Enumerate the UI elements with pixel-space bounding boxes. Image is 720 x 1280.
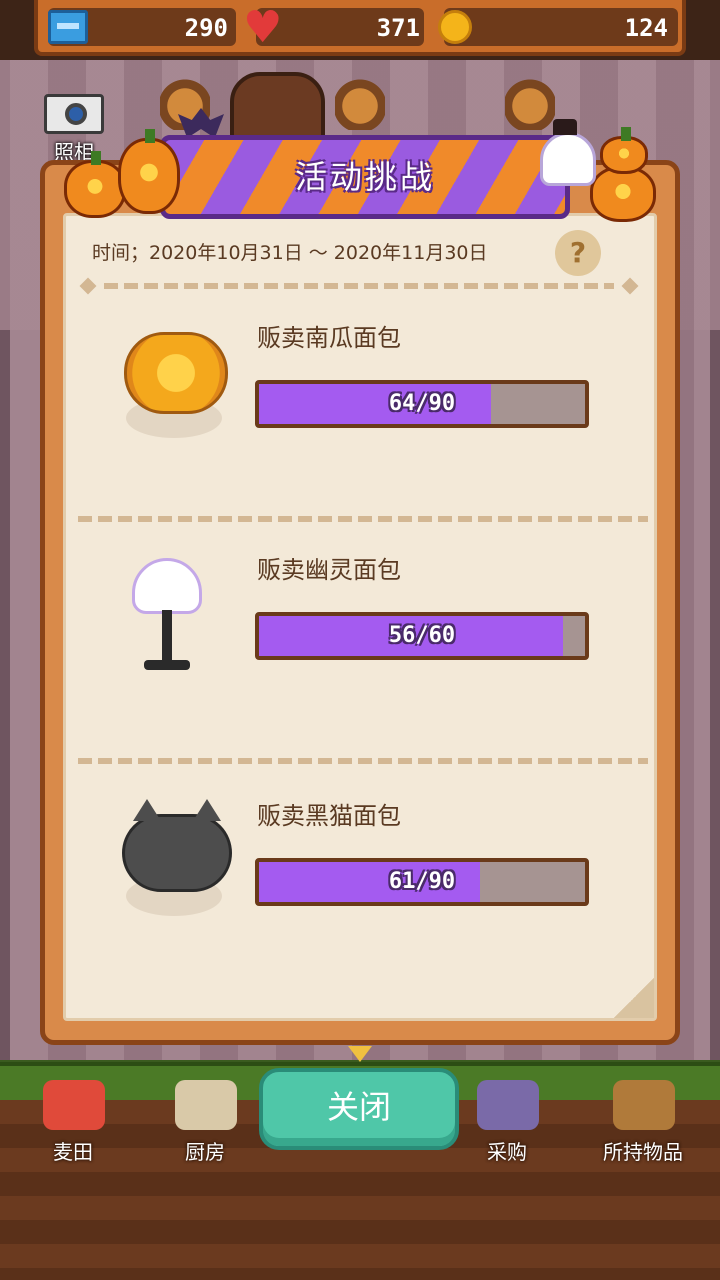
help-icon[interactable]: ? — [555, 230, 601, 276]
challenge-progress-bar: 56/60 — [255, 612, 589, 660]
nav-label: 厨房 — [185, 1140, 225, 1164]
challenge-name: 贩卖南瓜面包 — [257, 324, 401, 352]
wheat-field-icon — [43, 1080, 105, 1130]
coin-icon — [438, 10, 472, 44]
oven-decoration — [230, 72, 325, 142]
heart-icon — [243, 2, 283, 53]
kitchen-icon — [175, 1080, 237, 1130]
progress-text: 61/90 — [388, 869, 456, 894]
progress-text: 64/90 — [388, 391, 456, 416]
nav-inventory[interactable]: 所持物品 — [588, 1076, 698, 1172]
divider — [78, 758, 648, 764]
title-banner: 活动挑战 — [160, 135, 570, 219]
camera-button[interactable]: 照相 — [40, 90, 108, 164]
pumpkin-bread-icon — [110, 318, 230, 448]
lamp-decoration — [505, 70, 555, 130]
nav-purchase[interactable]: 采购 — [452, 1076, 562, 1172]
inventory-box-icon — [613, 1080, 675, 1130]
challenge-progress-bar: 61/90 — [255, 858, 589, 906]
nav-wheat-field[interactable]: 麦田 — [18, 1076, 128, 1172]
nav-label: 麦田 — [53, 1140, 93, 1164]
challenge-row: 贩卖幽灵面包 56/60 — [100, 550, 600, 750]
pumpkin-bread — [124, 332, 228, 414]
black-cat-bread — [122, 799, 232, 892]
paper-corner — [614, 978, 654, 1018]
nav-label: 所持物品 — [603, 1140, 683, 1164]
ticket-count: 290 — [184, 14, 228, 42]
lamp-decoration — [335, 70, 385, 130]
divider — [104, 283, 614, 289]
challenge-progress-bar: 64/90 — [255, 380, 589, 428]
event-date-range: 时间；2020年10月31日 ～ 2020年11月30日 — [92, 242, 488, 264]
challenge-name: 贩卖幽灵面包 — [257, 556, 401, 584]
progress-text: 56/60 — [388, 623, 456, 648]
divider — [78, 516, 648, 522]
pumpkin-icon — [118, 129, 180, 214]
challenge-name: 贩卖黑猫面包 — [257, 802, 401, 830]
item-stand-base — [144, 660, 190, 670]
ticket-icon — [48, 10, 88, 44]
purchase-icon — [477, 1080, 539, 1130]
coin-count: 124 — [624, 14, 668, 42]
dialog-title: 活动挑战 — [294, 158, 435, 196]
pumpkin-icon — [64, 151, 126, 218]
pumpkin-icon — [590, 157, 656, 222]
ghost-bread-icon — [110, 550, 230, 680]
challenge-row: 贩卖黑猫面包 61/90 — [100, 796, 600, 996]
ghost-icon — [540, 119, 596, 186]
pumpkin-icon — [600, 127, 648, 174]
nav-kitchen[interactable]: 厨房 — [150, 1076, 260, 1172]
black-cat-bread-icon — [110, 796, 232, 926]
challenge-row: 贩卖南瓜面包 64/90 — [100, 318, 600, 518]
camera-lens — [65, 103, 87, 125]
camera-icon — [44, 94, 104, 134]
ghost-bread — [132, 558, 202, 614]
close-button-label: 关闭 — [326, 1088, 391, 1126]
close-button[interactable]: 关闭 — [259, 1068, 459, 1150]
heart-count: 371 — [376, 14, 420, 42]
nav-label: 采购 — [487, 1140, 527, 1164]
